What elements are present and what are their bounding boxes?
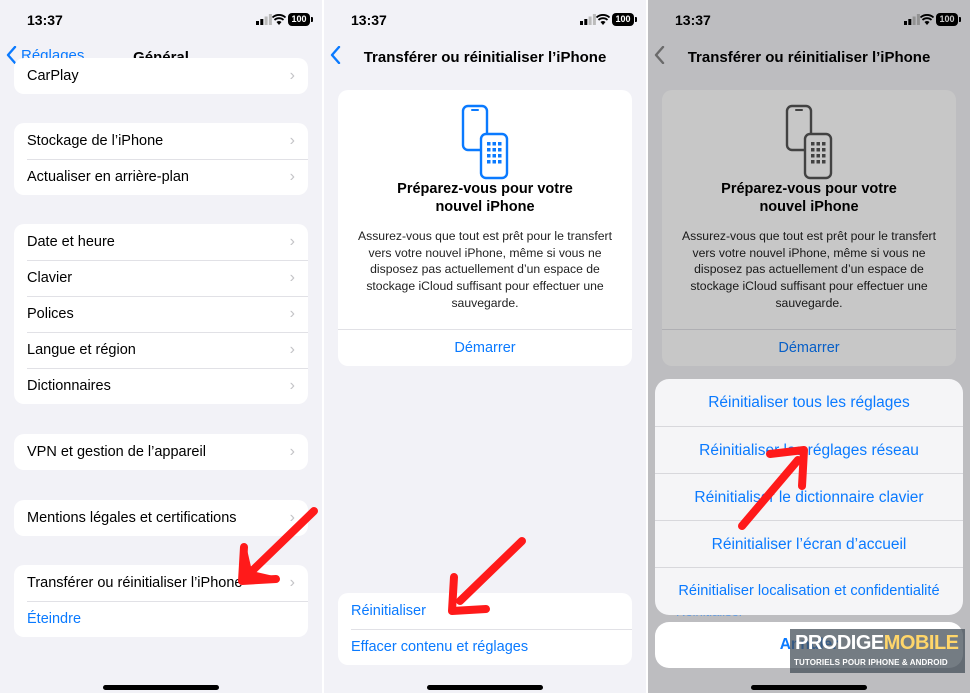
chevron-right-icon: › xyxy=(289,305,295,322)
watermark-tagline: TUTORIELS POUR IPHONE & ANDROID xyxy=(794,658,948,667)
screen-reset-options: 13:37 100 Transférer ou réinitialiser l’… xyxy=(648,0,970,693)
status-time: 13:37 xyxy=(351,12,387,28)
screen-transfer-reset: 13:37 100 Transférer ou réinitialiser l’… xyxy=(324,0,646,693)
settings-row-background-refresh[interactable]: Actualiser en arrière-plan › xyxy=(14,159,308,195)
watermark-brand: PRODIGEMOBILE xyxy=(795,632,959,654)
chevron-right-icon: › xyxy=(289,509,295,526)
wifi-icon xyxy=(596,14,610,25)
group-storage: Stockage de l’iPhone › Actualiser en arri… xyxy=(14,123,308,195)
chevron-right-icon: › xyxy=(289,341,295,358)
settings-row-date-time[interactable]: Date et heure › xyxy=(14,224,308,260)
erase-content-button[interactable]: Effacer contenu et réglages xyxy=(338,629,632,665)
group-vpn: VPN et gestion de l’appareil › xyxy=(14,434,308,470)
chevron-right-icon: › xyxy=(289,443,295,460)
settings-row-keyboard[interactable]: Clavier › xyxy=(14,260,308,296)
reset-keyboard-dictionary-option[interactable]: Réinitialiser le dictionnaire clavier xyxy=(655,473,963,520)
reset-button[interactable]: Réinitialiser xyxy=(338,593,632,629)
watermark-logo: PRODIGEMOBILE TUTORIELS POUR IPHONE & AN… xyxy=(790,629,965,673)
card-heading: Préparez-vous pour votre nouvel iPhone xyxy=(397,181,573,215)
group-reset-actions: Réinitialiser Effacer contenu et réglage… xyxy=(338,593,632,665)
page-title: Transférer ou réinitialiser l’iPhone xyxy=(363,49,607,66)
home-indicator[interactable] xyxy=(103,685,219,690)
chevron-right-icon: › xyxy=(289,168,295,185)
cellular-signal-icon xyxy=(580,14,596,25)
settings-row-vpn[interactable]: VPN et gestion de l’appareil › xyxy=(14,434,308,470)
status-bar: 13:37 100 xyxy=(0,0,322,40)
chevron-right-icon: › xyxy=(289,132,295,149)
settings-row-carplay[interactable]: CarPlay › xyxy=(14,58,308,94)
home-indicator[interactable] xyxy=(751,685,867,690)
status-bar: 13:37 100 xyxy=(324,0,646,40)
settings-row-dictionaries[interactable]: Dictionnaires › xyxy=(14,368,308,404)
reset-location-privacy-option[interactable]: Réinitialiser localisation et confidenti… xyxy=(655,567,963,614)
chevron-right-icon: › xyxy=(289,377,295,394)
group-legal: Mentions légales et certifications › xyxy=(14,500,308,536)
cellular-signal-icon xyxy=(256,14,272,25)
shutdown-button[interactable]: Éteindre xyxy=(14,601,308,637)
reset-network-settings-option[interactable]: Réinitialiser les réglages réseau xyxy=(655,426,963,473)
reset-all-settings-option[interactable]: Réinitialiser tous les réglages xyxy=(655,379,963,426)
start-button[interactable]: Démarrer xyxy=(338,340,632,356)
reset-action-sheet: Réinitialiser tous les réglages Réinitia… xyxy=(655,379,963,615)
group-locale: Date et heure › Clavier › Polices › Langue … xyxy=(14,224,308,404)
chevron-right-icon: › xyxy=(289,67,295,84)
screen-general-settings: 13:37 100 Réglages Général CarPlay› Stoc… xyxy=(0,0,322,693)
battery-icon: 100 xyxy=(288,13,313,26)
card-body: Assurez-vous que tout est prêt pour le t… xyxy=(357,229,613,310)
transfer-phones-icon xyxy=(461,104,509,180)
divider xyxy=(338,329,632,330)
battery-icon: 100 xyxy=(612,13,637,26)
group-carplay: CarPlay › xyxy=(14,58,308,94)
group-transfer: Transférer ou réinitialiser l’iPhone › Ét… xyxy=(14,565,308,637)
chevron-right-icon: › xyxy=(289,269,295,286)
prepare-card: Préparez-vous pour votre nouvel iPhone As… xyxy=(338,90,632,366)
settings-row-transfer-reset[interactable]: Transférer ou réinitialiser l’iPhone › xyxy=(14,565,308,601)
wifi-icon xyxy=(272,14,286,25)
settings-row-legal[interactable]: Mentions légales et certifications › xyxy=(14,500,308,536)
settings-row-fonts[interactable]: Polices › xyxy=(14,296,308,332)
settings-row-storage[interactable]: Stockage de l’iPhone › xyxy=(14,123,308,159)
chevron-right-icon: › xyxy=(289,574,295,591)
nav-bar: Transférer ou réinitialiser l’iPhone xyxy=(324,40,646,76)
reset-home-screen-option[interactable]: Réinitialiser l’écran d’accueil xyxy=(655,520,963,567)
settings-row-language[interactable]: Langue et région › xyxy=(14,332,308,368)
home-indicator[interactable] xyxy=(427,685,543,690)
status-time: 13:37 xyxy=(27,12,63,28)
chevron-right-icon: › xyxy=(289,233,295,250)
